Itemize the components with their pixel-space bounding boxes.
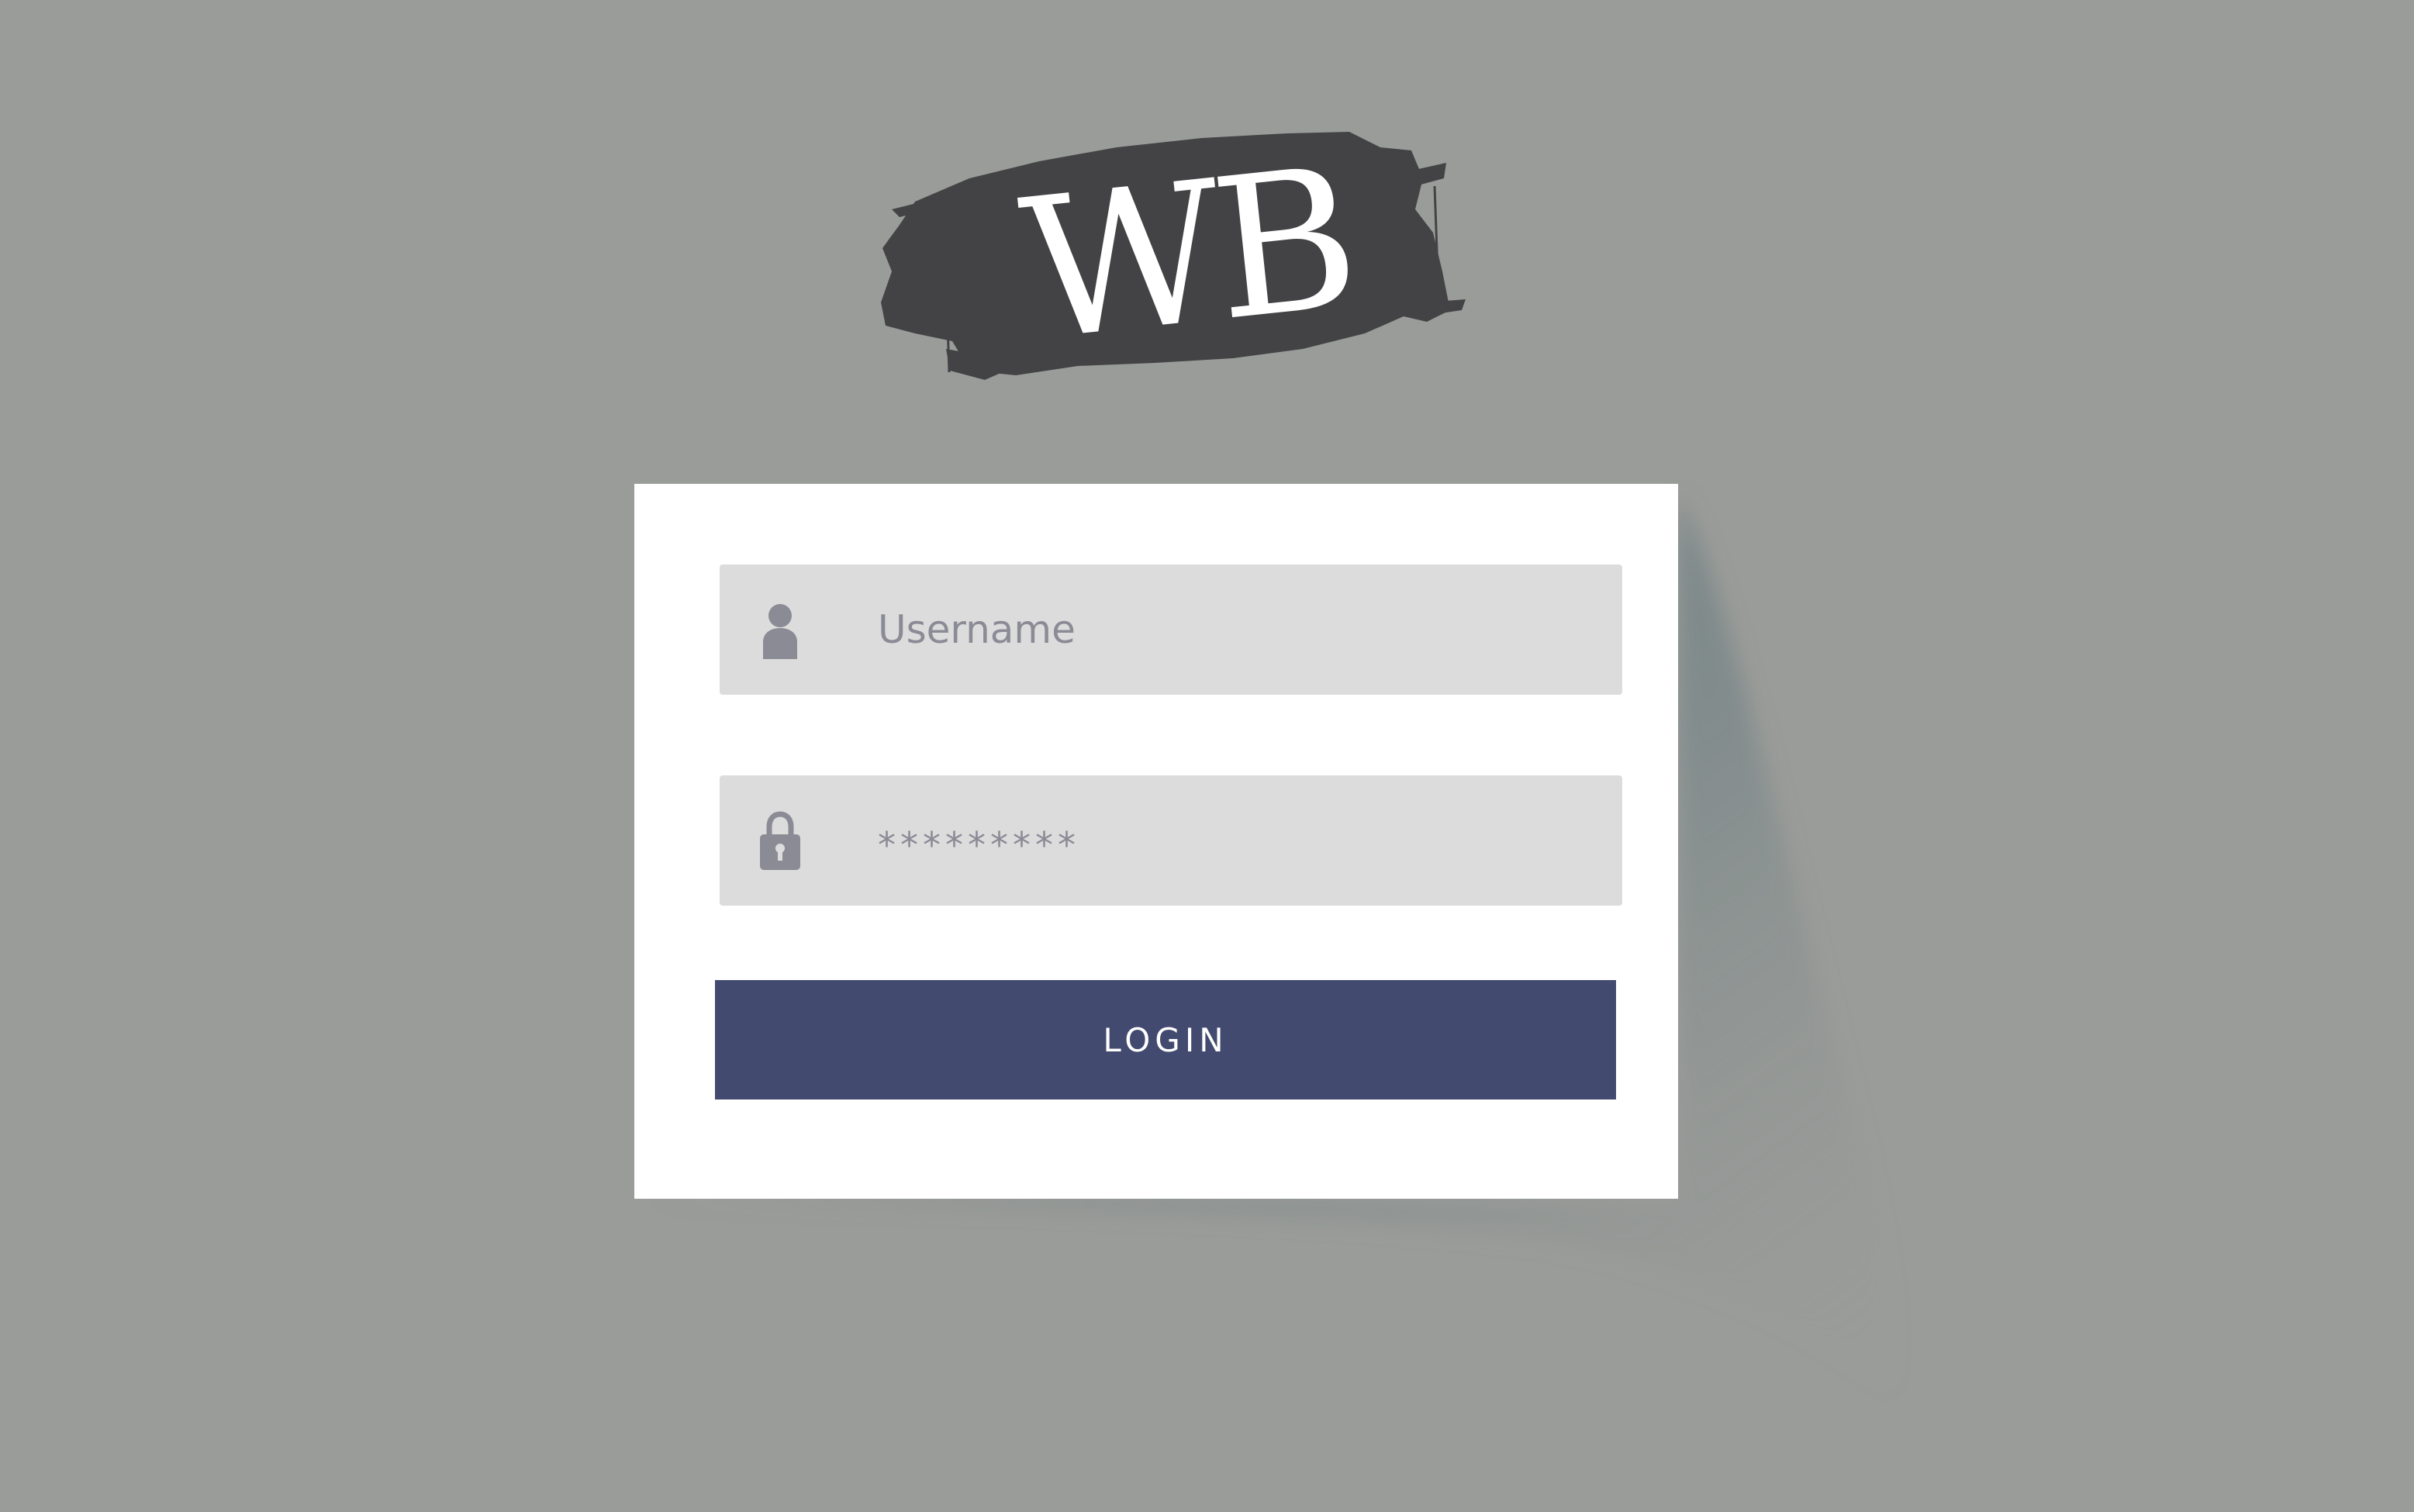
login-card: Username ********* LOGIN: [634, 484, 1678, 1199]
password-field[interactable]: *********: [720, 775, 1622, 906]
login-button[interactable]: LOGIN: [715, 980, 1616, 1099]
lock-icon: [760, 810, 800, 870]
username-placeholder: Username: [878, 607, 1076, 652]
username-field[interactable]: Username: [720, 564, 1622, 695]
user-icon: [760, 599, 800, 659]
password-value: *********: [878, 824, 1080, 866]
wb-logo: WB: [869, 116, 1473, 395]
login-page: WB Username ********* LOGIN: [0, 0, 2414, 1512]
